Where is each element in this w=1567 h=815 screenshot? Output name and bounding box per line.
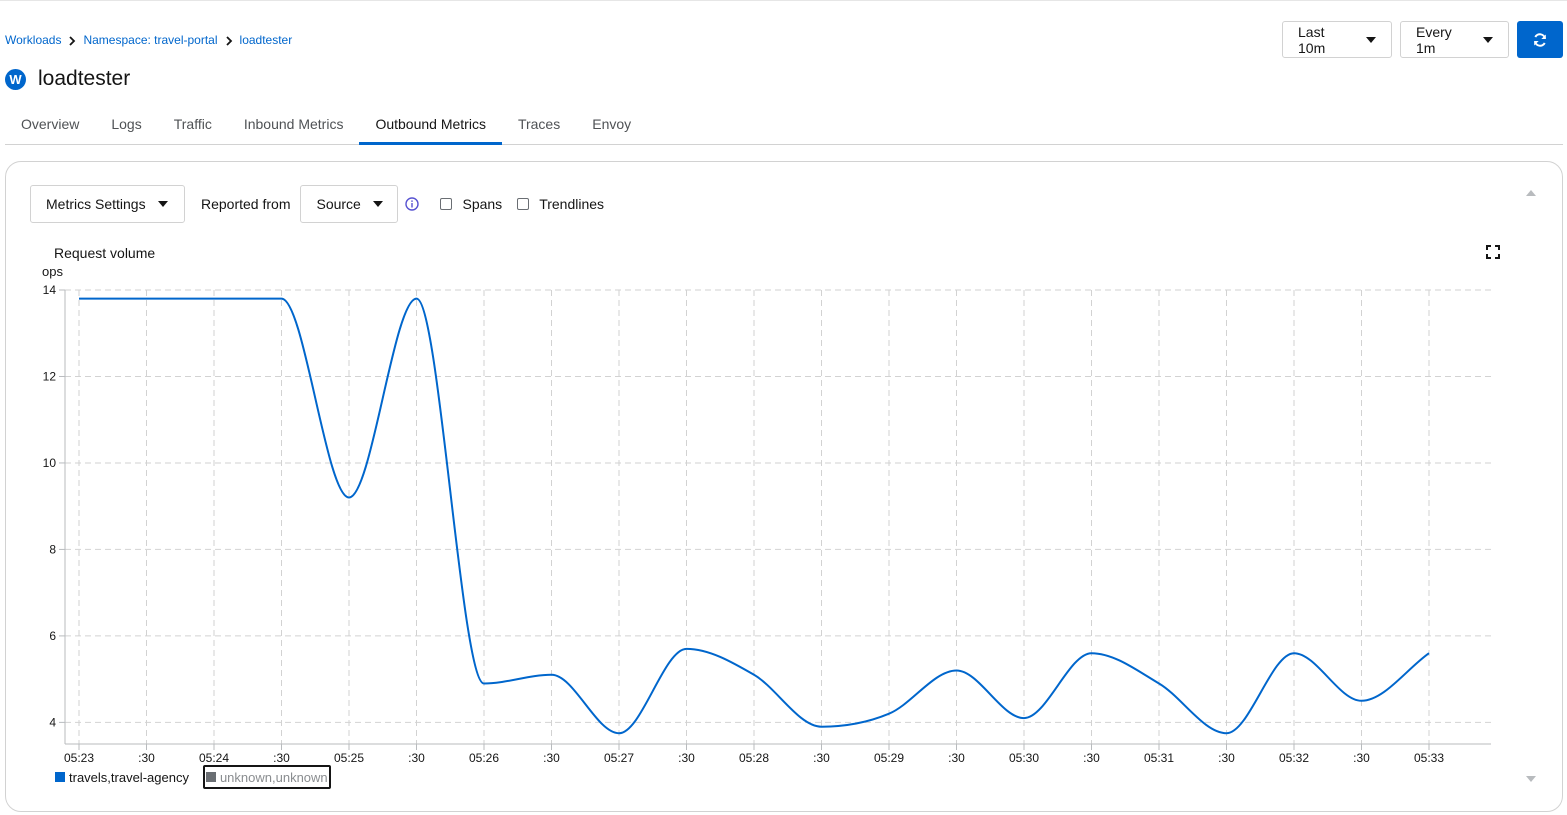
legend-item-unknown[interactable]: unknown,unknown (202, 765, 331, 789)
x-tick-label: :30 (1353, 751, 1370, 762)
breadcrumb-workloads[interactable]: Workloads (5, 33, 61, 47)
time-range-value: Last 10m (1298, 23, 1326, 56)
x-tick-label: :30 (1083, 751, 1100, 762)
y-axis-unit-label: ops (42, 264, 63, 279)
workload-badge: W (5, 68, 26, 90)
x-tick-label: :30 (813, 751, 830, 762)
y-tick-label: 6 (49, 629, 56, 643)
x-tick-label: 05:28 (739, 751, 769, 762)
x-tick-label: :30 (678, 751, 695, 762)
x-tick-label: :30 (543, 751, 560, 762)
refresh-interval-value: Every 1m (1416, 23, 1452, 56)
x-tick-label: :30 (138, 751, 155, 762)
refresh-button[interactable] (1517, 21, 1563, 58)
page-header: W loadtester (5, 67, 130, 91)
tab-traces[interactable]: Traces (502, 104, 576, 144)
legend-label: travels,travel-agency (69, 769, 189, 785)
x-tick-label: 05:24 (199, 751, 229, 762)
y-tick-label: 14 (43, 283, 57, 297)
chevron-right-icon (218, 33, 240, 47)
chart-title: Request volume (54, 245, 155, 261)
x-tick-label: 05:25 (334, 751, 364, 762)
breadcrumb-namespace[interactable]: Namespace: travel-portal (83, 33, 217, 47)
x-tick-label: 05:30 (1009, 751, 1039, 762)
x-tick-label: 05:27 (604, 751, 634, 762)
x-tick-label: :30 (1218, 751, 1235, 762)
legend-label: unknown,unknown (219, 769, 328, 785)
breadcrumb: Workloads Namespace: travel-portal loadt… (5, 31, 292, 49)
y-tick-label: 10 (43, 456, 57, 470)
top-divider (0, 0, 1567, 1)
time-range-dropdown[interactable]: Last 10m (1282, 21, 1392, 58)
caret-down-icon (1366, 36, 1376, 43)
tab-logs[interactable]: Logs (95, 104, 157, 144)
refresh-interval-dropdown[interactable]: Every 1m (1400, 21, 1509, 58)
x-tick-label: 05:33 (1414, 751, 1444, 762)
legend-swatch (205, 772, 216, 782)
x-tick-label: :30 (273, 751, 290, 762)
x-tick-label: 05:29 (874, 751, 904, 762)
tab-envoy[interactable]: Envoy (576, 104, 647, 144)
tab-traffic[interactable]: Traffic (158, 104, 228, 144)
metrics-card: Metrics Settings Reported from Source Sp… (5, 161, 1563, 812)
y-tick-label: 4 (49, 715, 56, 729)
x-tick-label: 05:32 (1279, 751, 1309, 762)
x-tick-label: :30 (408, 751, 425, 762)
tab-inbound-metrics[interactable]: Inbound Metrics (228, 104, 360, 144)
tab-outbound-metrics[interactable]: Outbound Metrics (359, 104, 502, 145)
x-tick-label: 05:23 (64, 751, 94, 762)
request-volume-chart: Request volume ops 4 6 8 10 12 14 05:23 :30 05:24:… (42, 245, 1491, 762)
sync-icon (1534, 32, 1546, 47)
y-tick-label: 12 (43, 369, 57, 383)
breadcrumb-current[interactable]: loadtester (240, 33, 293, 47)
y-tick-label: 8 (49, 542, 56, 556)
legend-swatch (55, 772, 65, 782)
scroll-down-icon[interactable] (1526, 776, 1536, 782)
chevron-right-icon (61, 33, 83, 47)
legend-item-travels[interactable]: travels,travel-agency (53, 765, 191, 789)
x-tick-label: 05:26 (469, 751, 499, 762)
page-title: loadtester (38, 67, 131, 90)
caret-down-icon (1483, 36, 1493, 43)
tab-overview[interactable]: Overview (5, 104, 95, 144)
chart-legend: travels,travel-agency unknown,unknown (53, 765, 331, 789)
tab-bar: Overview Logs Traffic Inbound Metrics Ou… (5, 104, 1563, 145)
x-tick-label: 05:31 (1144, 751, 1174, 762)
x-tick-label: :30 (948, 751, 965, 762)
